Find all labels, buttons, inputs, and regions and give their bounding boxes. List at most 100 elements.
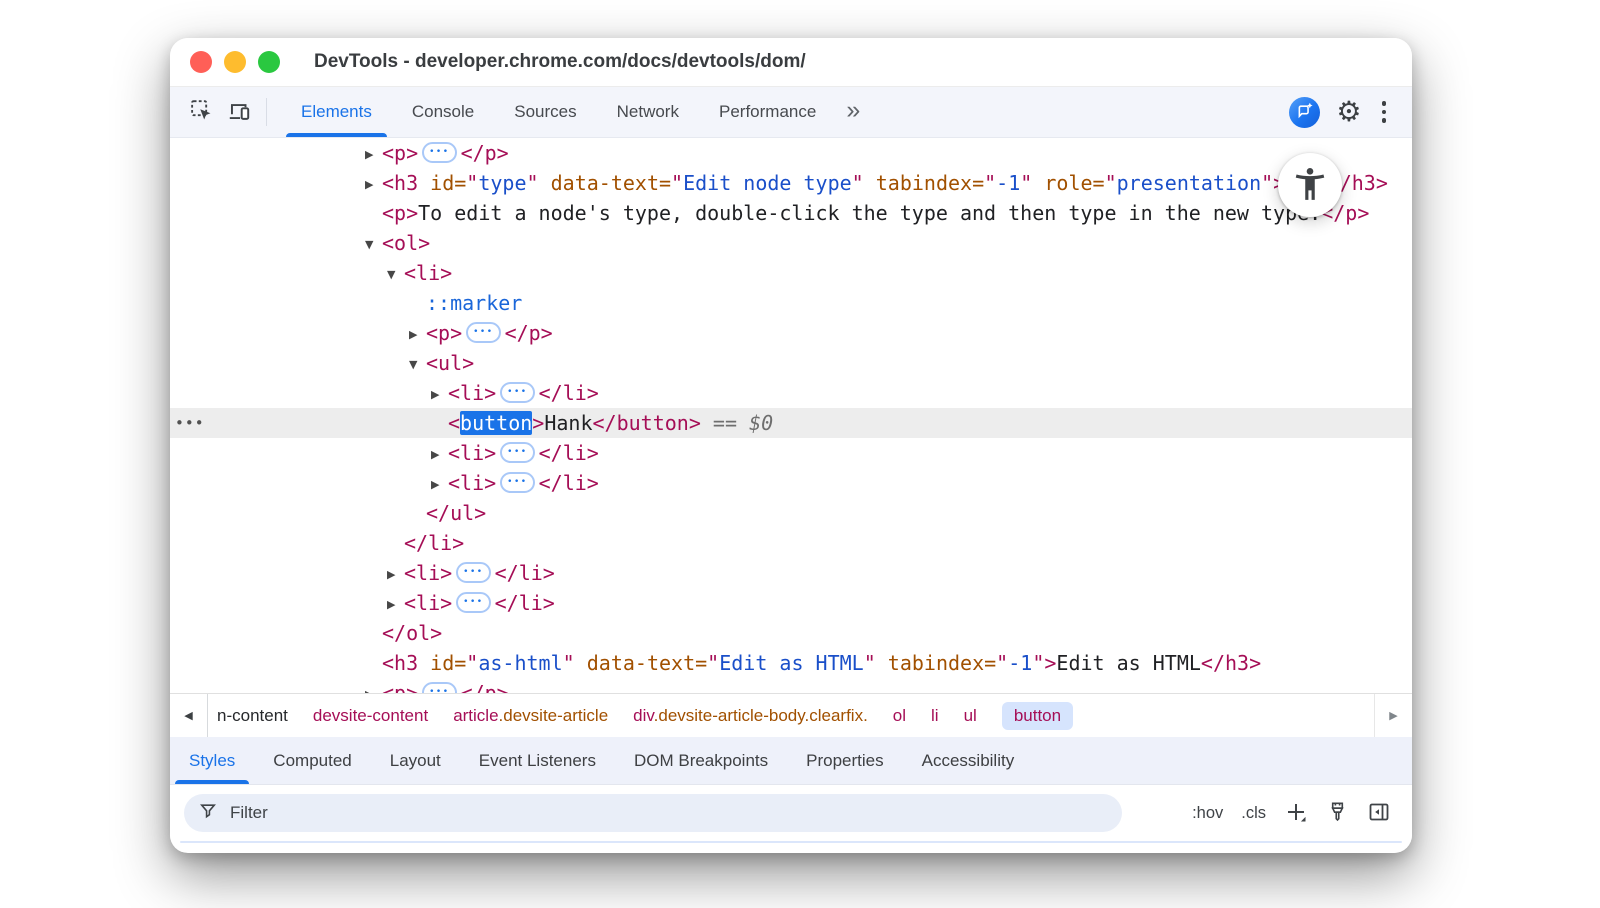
dom-tree-row[interactable]: ::marker xyxy=(170,288,1412,318)
dom-tree: ▶<p>•••</p>▶<h3 id="type" data-text="Edi… xyxy=(170,138,1412,693)
breadcrumb-item[interactable]: div.devsite-article-body.clearfix. xyxy=(633,706,868,726)
dom-tree-row[interactable]: ▶<p>•••</p> xyxy=(170,318,1412,348)
dom-tree-row[interactable]: </ol> xyxy=(170,618,1412,648)
breadcrumb-part-tag: ul xyxy=(964,706,977,725)
sidebar-tab-computed[interactable]: Computed xyxy=(254,737,370,784)
sidebar-tab-properties[interactable]: Properties xyxy=(787,737,902,784)
collapsed-children-badge[interactable]: ••• xyxy=(500,472,534,493)
expand-arrow-icon[interactable]: ▶ xyxy=(431,380,448,410)
dom-tree-row[interactable]: ▼<ul> xyxy=(170,348,1412,378)
collapsed-children-badge[interactable]: ••• xyxy=(500,442,534,463)
breadcrumb-item-selected[interactable]: button xyxy=(1002,702,1073,730)
code-tag: <li> xyxy=(448,441,496,465)
new-style-rule-button[interactable] xyxy=(1277,797,1315,830)
expand-arrow-icon[interactable]: ▶ xyxy=(365,170,382,200)
code-tag: <li> xyxy=(448,381,496,405)
collapse-arrow-icon[interactable]: ▼ xyxy=(365,230,382,260)
code-q: " xyxy=(1020,171,1044,195)
dom-tree-row[interactable]: ▶<li>•••</li> xyxy=(170,588,1412,618)
breadcrumb-item[interactable]: ul xyxy=(964,706,977,726)
dom-tree-row[interactable]: <h3 id="as-html" data-text="Edit as HTML… xyxy=(170,648,1412,678)
sidebar-tab-dom-breakpoints[interactable]: DOM Breakpoints xyxy=(615,737,787,784)
code-tag: <li> xyxy=(404,561,452,585)
breadcrumb-part-cls: .devsite-article xyxy=(499,706,609,725)
toggle-element-state-button[interactable]: :hov xyxy=(1185,800,1230,827)
expand-arrow-icon[interactable]: ▶ xyxy=(387,590,404,620)
collapsed-children-badge[interactable]: ••• xyxy=(456,592,490,613)
dom-tree-row[interactable]: ▶<li>•••</li> xyxy=(170,558,1412,588)
settings-button[interactable]: ⚙ xyxy=(1328,98,1369,126)
element-classes-button[interactable]: .cls xyxy=(1234,800,1273,827)
code-tag: <ul> xyxy=(426,351,474,375)
breadcrumb-part-plain: n-content xyxy=(217,706,288,725)
dom-tree-row[interactable]: ▶<p>•••</p> xyxy=(170,678,1412,693)
collapsed-children-badge[interactable]: ••• xyxy=(500,382,534,403)
sidebar-tabs: StylesComputedLayoutEvent ListenersDOM B… xyxy=(170,737,1412,785)
breadcrumb-scroll-right-button[interactable]: ▶ xyxy=(1374,694,1412,737)
accessibility-overlay-button[interactable] xyxy=(1278,153,1342,217)
sidebar-tab-event-listeners[interactable]: Event Listeners xyxy=(460,737,615,784)
dom-tree-row[interactable]: ▼<li> xyxy=(170,258,1412,288)
more-panels-button[interactable]: » xyxy=(836,87,870,137)
minimize-button[interactable] xyxy=(224,51,246,73)
breadcrumb-part-tag: article xyxy=(453,706,498,725)
code-val: -1 xyxy=(1008,651,1032,675)
collapsed-children-badge[interactable]: ••• xyxy=(456,562,490,583)
code-tag: </li> xyxy=(495,561,555,585)
tab-console[interactable]: Console xyxy=(392,87,494,137)
expand-arrow-icon[interactable]: ▶ xyxy=(365,680,382,693)
ai-assistant-button[interactable] xyxy=(1289,97,1320,128)
device-toolbar-button[interactable] xyxy=(220,87,258,137)
expand-arrow-icon[interactable]: ▶ xyxy=(387,560,404,590)
expand-arrow-icon[interactable]: ▶ xyxy=(431,470,448,500)
collapsed-children-badge[interactable]: ••• xyxy=(422,682,456,693)
dom-tree-row-selected[interactable]: •••<button>Hank</button> == $0 xyxy=(170,408,1412,438)
tab-label: Network xyxy=(617,102,679,122)
dom-tree-row[interactable]: ▶<h3 id="type" data-text="Edit node type… xyxy=(170,168,1412,198)
breadcrumb-item[interactable]: ol xyxy=(893,706,906,726)
dom-tree-row[interactable]: ▶<li>•••</li> xyxy=(170,468,1412,498)
rendering-emulation-button[interactable] xyxy=(1319,797,1356,829)
sidebar-tab-accessibility[interactable]: Accessibility xyxy=(903,737,1034,784)
close-button[interactable] xyxy=(190,51,212,73)
zoom-button[interactable] xyxy=(258,51,280,73)
collapsed-children-badge[interactable]: ••• xyxy=(466,322,500,343)
tab-performance[interactable]: Performance xyxy=(699,87,836,137)
dom-tree-row[interactable]: </ul> xyxy=(170,498,1412,528)
filter-input[interactable] xyxy=(228,802,1072,824)
toggle-sidebar-button[interactable] xyxy=(1360,797,1398,830)
collapse-arrow-icon[interactable]: ▼ xyxy=(409,350,426,380)
sidebar-tab-styles[interactable]: Styles xyxy=(170,737,254,784)
breadcrumb-item[interactable]: article.devsite-article xyxy=(453,706,608,726)
breadcrumb-item[interactable]: li xyxy=(931,706,939,726)
dom-tree-row[interactable]: ▶<p>•••</p> xyxy=(170,138,1412,168)
rendering-brush-icon xyxy=(1326,800,1349,826)
expand-arrow-icon[interactable]: ▶ xyxy=(409,320,426,350)
row-menu-dots[interactable]: ••• xyxy=(175,408,205,438)
collapse-arrow-icon[interactable]: ▼ xyxy=(387,260,404,290)
more-options-button[interactable] xyxy=(1370,95,1399,129)
breadcrumb-item[interactable]: devsite-content xyxy=(313,706,428,726)
breadcrumb-item[interactable]: n-content xyxy=(217,706,288,726)
expand-arrow-icon[interactable]: ▶ xyxy=(365,140,382,170)
dom-tree-row[interactable]: ▶<li>•••</li> xyxy=(170,378,1412,408)
dom-tree-row[interactable]: ▼<ol> xyxy=(170,228,1412,258)
inspect-element-button[interactable] xyxy=(182,87,220,137)
accessibility-person-icon xyxy=(1291,165,1329,206)
dom-tree-row[interactable]: <p>To edit a node's type, double-click t… xyxy=(170,198,1412,228)
dom-tree-row[interactable]: ▶<li>•••</li> xyxy=(170,438,1412,468)
main-toolbar: ElementsConsoleSources Network Performance… xyxy=(170,87,1412,138)
breadcrumb-scroll-left-button[interactable]: ◀ xyxy=(170,694,208,737)
tab-network[interactable]: Network xyxy=(597,87,699,137)
code-q: " xyxy=(563,651,587,675)
code-tag: < xyxy=(448,411,460,435)
toggle-sidebar-icon xyxy=(1367,800,1391,827)
dom-tree-row[interactable]: </li> xyxy=(170,528,1412,558)
code-tag: <ol> xyxy=(382,231,430,255)
expand-arrow-icon[interactable]: ▶ xyxy=(431,440,448,470)
sidebar-tab-layout[interactable]: Layout xyxy=(371,737,460,784)
tab-sources[interactable]: Sources xyxy=(494,87,596,137)
collapsed-children-badge[interactable]: ••• xyxy=(422,142,456,163)
tab-elements[interactable]: Elements xyxy=(281,87,392,137)
code-val: presentation xyxy=(1117,171,1262,195)
